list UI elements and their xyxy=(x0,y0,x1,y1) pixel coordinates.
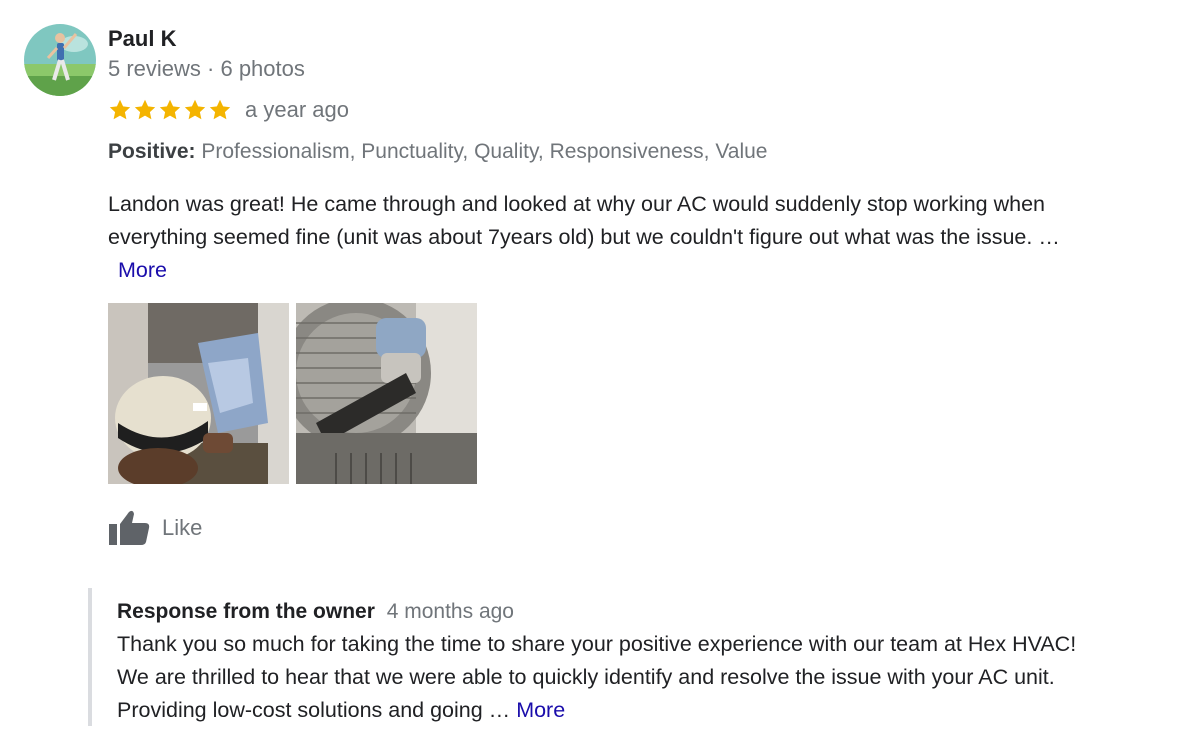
star-icon xyxy=(184,99,206,120)
thumbs-up-icon xyxy=(109,510,150,545)
avatar[interactable] xyxy=(24,24,96,96)
star-icon xyxy=(109,99,131,120)
owner-response: Response from the owner 4 months ago Tha… xyxy=(88,588,1192,726)
review-card: Paul K 5 reviews · 6 photos a year ago P… xyxy=(0,0,1200,738)
highlights-label: Positive: xyxy=(108,140,196,163)
review-photos xyxy=(108,303,477,484)
like-label: Like xyxy=(162,515,203,540)
owner-response-line: Thank you so much for taking the time to… xyxy=(117,632,1077,656)
technician-photo-image xyxy=(108,303,289,484)
star-rating xyxy=(108,98,233,122)
reviewer-meta[interactable]: 5 reviews · 6 photos xyxy=(108,56,305,82)
star-icon xyxy=(209,99,231,120)
owner-response-more-link[interactable]: More xyxy=(516,698,565,722)
review-text-line: everything seemed fine (unit was about 7… xyxy=(108,225,1060,249)
review-text-line: Landon was great! He came through and lo… xyxy=(108,192,1046,216)
star-icon xyxy=(159,99,181,120)
reviewer-name[interactable]: Paul K xyxy=(108,26,176,52)
review-photo-2[interactable] xyxy=(296,303,477,484)
rating-row: a year ago xyxy=(108,95,349,125)
review-text: Landon was great! He came through and lo… xyxy=(108,188,1178,287)
avatar-image xyxy=(24,24,96,96)
owner-response-title: Response from the owner xyxy=(117,600,375,623)
like-button[interactable]: Like xyxy=(108,510,202,546)
owner-response-header: Response from the owner 4 months ago xyxy=(117,600,514,624)
star-icon xyxy=(134,99,156,120)
owner-response-line: Providing low-cost solutions and going … xyxy=(117,698,511,722)
review-highlights: Positive: Professionalism, Punctuality, … xyxy=(108,140,767,164)
review-time: a year ago xyxy=(245,97,349,122)
owner-response-line: We are thrilled to hear that we were abl… xyxy=(117,665,1055,689)
owner-response-time: 4 months ago xyxy=(386,600,514,623)
review-photo-1[interactable] xyxy=(108,303,289,484)
highlights-items: Professionalism, Punctuality, Quality, R… xyxy=(201,140,768,163)
review-more-link[interactable]: More xyxy=(118,258,167,282)
ac-fan-photo-image xyxy=(296,303,477,484)
owner-response-text: Thank you so much for taking the time to… xyxy=(117,628,1187,727)
